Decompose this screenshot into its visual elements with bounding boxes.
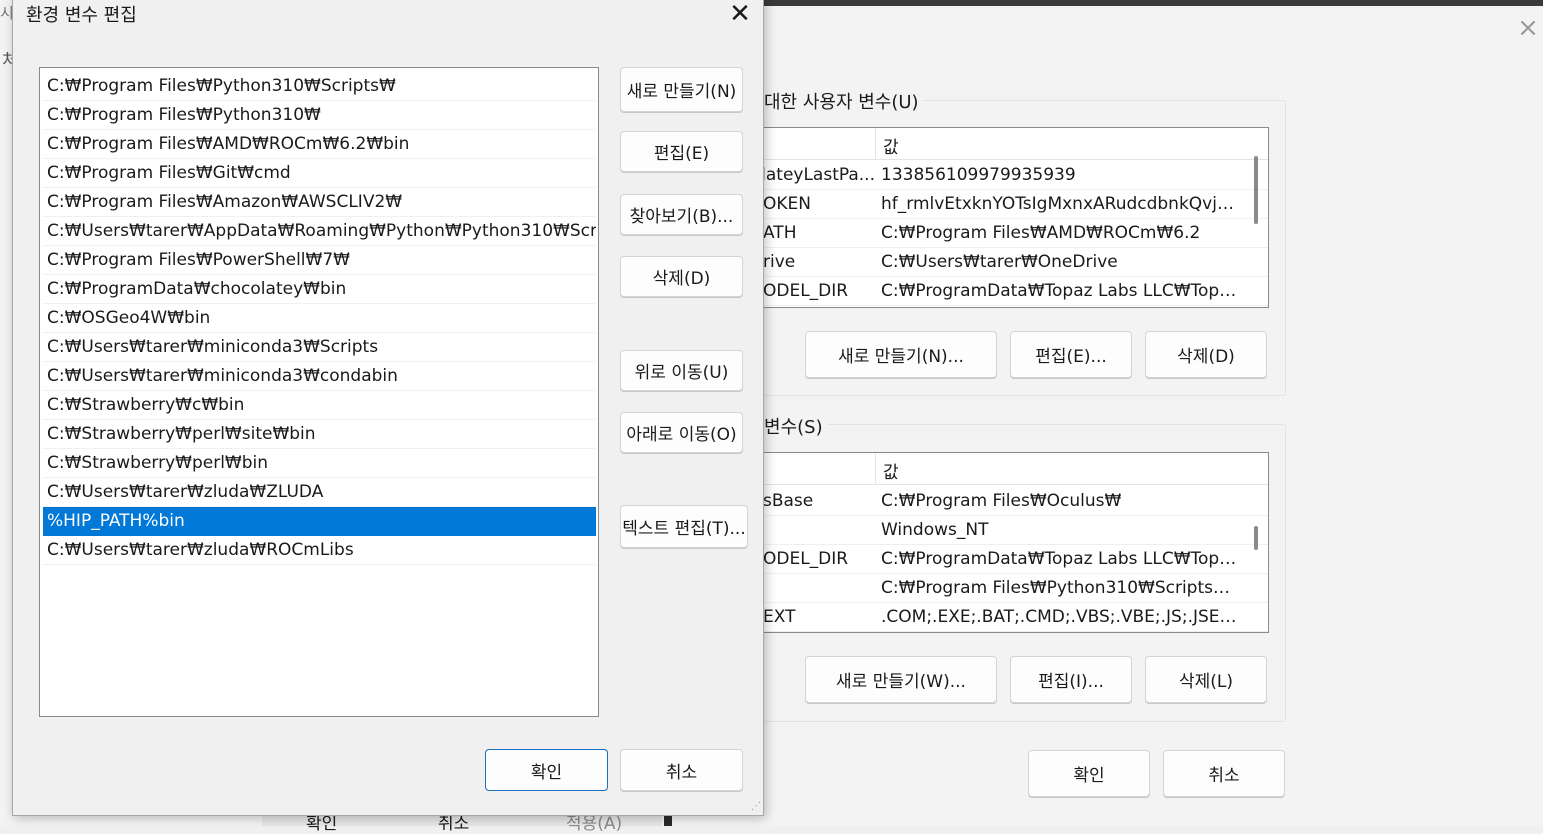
variable-value: C:₩Program Files₩AMD₩ROCm₩6.2 (881, 223, 1201, 243)
variable-name: sBase (763, 491, 814, 511)
path-list-item[interactable]: C:₩Program Files₩Git₩cmd (43, 159, 596, 188)
ok-button[interactable]: 확인 (485, 749, 608, 791)
table-row[interactable]: C:₩Program Files₩Python310₩Scripts₩;C:..… (763, 574, 1268, 603)
path-list-item[interactable]: C:₩Program Files₩Python310₩Scripts₩ (43, 72, 596, 101)
browse-button[interactable]: 찾아보기(B)... (620, 194, 743, 235)
path-list-item[interactable]: C:₩Program Files₩AMD₩ROCm₩6.2₩bin (43, 130, 596, 159)
variable-name: olateyLastPa... (763, 165, 875, 185)
path-list-item[interactable]: C:₩Program Files₩PowerShell₩7₩ (43, 246, 596, 275)
delete-button[interactable]: 삭제(D) (620, 256, 743, 297)
table-row[interactable]: ODEL_DIR C:₩ProgramData₩Topaz Labs LLC₩T… (763, 277, 1268, 306)
path-list[interactable]: C:₩Program Files₩Python310₩Scripts₩ C:₩Pr… (39, 67, 599, 717)
column-header-value[interactable]: 값 (883, 133, 899, 158)
variable-value: C:₩Program Files₩Oculus₩ (881, 491, 1122, 511)
move-up-button[interactable]: 위로 이동(U) (620, 350, 743, 391)
window-side-char: 처 (2, 51, 12, 71)
cancel-button[interactable]: 취소 (620, 749, 743, 791)
close-icon[interactable]: ✕ (725, 0, 755, 29)
table-row[interactable]: OKEN hf_rmlvEtxknYOTsIgMxnxARudcdbnkQvjQ… (763, 190, 1268, 219)
move-down-button[interactable]: 아래로 이동(O) (620, 412, 743, 453)
table-row[interactable]: Windows_NT (763, 516, 1268, 545)
system-new-button[interactable]: 새로 만들기(W)... (805, 656, 997, 703)
variable-name: rive (763, 252, 796, 272)
table-row[interactable]: EXT .COM;.EXE;.BAT;.CMD;.VBS;.VBE;.JS;.J… (763, 603, 1268, 632)
variable-value: C:₩ProgramData₩Topaz Labs LLC₩Topaz... (881, 281, 1239, 301)
scrollbar-thumb[interactable] (1254, 156, 1258, 224)
path-list-item[interactable]: C:₩OSGeo4W₩bin (43, 304, 596, 333)
variable-name: ODEL_DIR (763, 281, 849, 301)
system-variables-list[interactable]: 값 sBase C:₩Program Files₩Oculus₩ Windows… (762, 452, 1269, 633)
edit-text-button[interactable]: 텍스트 편집(T)... (620, 505, 748, 548)
path-list-item[interactable]: C:₩Users₩tarer₩miniconda3₩condabin (43, 362, 596, 391)
path-list-item[interactable]: C:₩ProgramData₩chocolatey₩bin (43, 275, 596, 304)
variable-name: EXT (763, 607, 796, 627)
back-cancel-button[interactable]: 취소 (1163, 750, 1285, 797)
path-list-item[interactable]: C:₩Program Files₩Python310₩ (43, 101, 596, 130)
path-list-item[interactable]: C:₩Strawberry₩perl₩bin (43, 449, 596, 478)
path-list-item[interactable]: C:₩Users₩tarer₩miniconda3₩Scripts (43, 333, 596, 362)
user-new-button[interactable]: 새로 만들기(N)... (805, 331, 997, 378)
system-delete-button[interactable]: 삭제(L) (1145, 656, 1267, 703)
variable-value: C:₩Users₩tarer₩OneDrive (881, 252, 1118, 272)
user-variables-label: 대한 사용자 변수(U) (764, 88, 923, 114)
system-edit-button[interactable]: 편집(I)... (1010, 656, 1132, 703)
edit-environment-variable-dialog: 환경 변수 편집 ✕ C:₩Program Files₩Python310₩Sc… (12, 0, 764, 816)
table-row[interactable]: rive C:₩Users₩tarer₩OneDrive (763, 248, 1268, 277)
variable-value: Windows_NT (881, 520, 989, 540)
table-row[interactable]: ODEL_DIR C:₩ProgramData₩Topaz Labs LLC₩T… (763, 545, 1268, 574)
variable-value: C:₩ProgramData₩Topaz Labs LLC₩Topaz... (881, 549, 1239, 569)
table-row[interactable]: ATH C:₩Program Files₩AMD₩ROCm₩6.2 (763, 219, 1268, 248)
variable-value: .COM;.EXE;.BAT;.CMD;.VBS;.VBE;.JS;.JSE;.… (881, 607, 1239, 627)
scrollbar-thumb[interactable] (1254, 526, 1258, 550)
edit-button[interactable]: 편집(E) (620, 131, 743, 172)
path-list-item[interactable]: C:₩Users₩tarer₩zluda₩ROCmLibs (43, 536, 596, 565)
list-header: 값 (763, 128, 1268, 160)
system-variables-label: 변수(S) (764, 413, 827, 439)
path-list-item[interactable]: C:₩Strawberry₩c₩bin (43, 391, 596, 420)
user-edit-button[interactable]: 편집(E)... (1010, 331, 1132, 378)
path-list-item[interactable]: %HIP_PATH%bin (43, 507, 596, 536)
variable-name: OKEN (763, 194, 811, 214)
variable-name: ATH (763, 223, 797, 243)
variable-value: 133856109979935939 (881, 165, 1076, 185)
back-ok-button[interactable]: 확인 (1028, 750, 1150, 797)
user-delete-button[interactable]: 삭제(D) (1145, 331, 1267, 378)
user-variables-list[interactable]: 값 olateyLastPa... 133856109979935939 OKE… (762, 127, 1269, 308)
variable-value: C:₩Program Files₩Python310₩Scripts₩;C:..… (881, 578, 1239, 598)
path-list-item[interactable]: C:₩Strawberry₩perl₩site₩bin (43, 420, 596, 449)
path-list-item[interactable]: C:₩Users₩tarer₩AppData₩Roaming₩Python₩Py… (43, 217, 596, 246)
column-header-value[interactable]: 값 (883, 458, 899, 483)
close-icon[interactable]: × (1514, 14, 1542, 42)
path-list-item[interactable]: C:₩Program Files₩Amazon₩AWSCLIV2₩ (43, 188, 596, 217)
table-row[interactable]: sBase C:₩Program Files₩Oculus₩ (763, 487, 1268, 516)
window-edge (762, 0, 1543, 6)
list-header: 값 (763, 453, 1268, 485)
new-button[interactable]: 새로 만들기(N) (620, 67, 743, 112)
path-list-item[interactable]: C:₩Users₩tarer₩zluda₩ZLUDA (43, 478, 596, 507)
table-row[interactable]: olateyLastPa... 133856109979935939 (763, 161, 1268, 190)
dialog-title: 환경 변수 편집 (26, 5, 137, 26)
resize-grip-icon[interactable]: ⋰ (749, 801, 761, 813)
window-title-fragment: 시 (0, 4, 12, 22)
variable-value: hf_rmlvEtxknYOTsIgMxnxARudcdbnkQvjQ... (881, 194, 1239, 214)
variable-name: ODEL_DIR (763, 549, 849, 569)
